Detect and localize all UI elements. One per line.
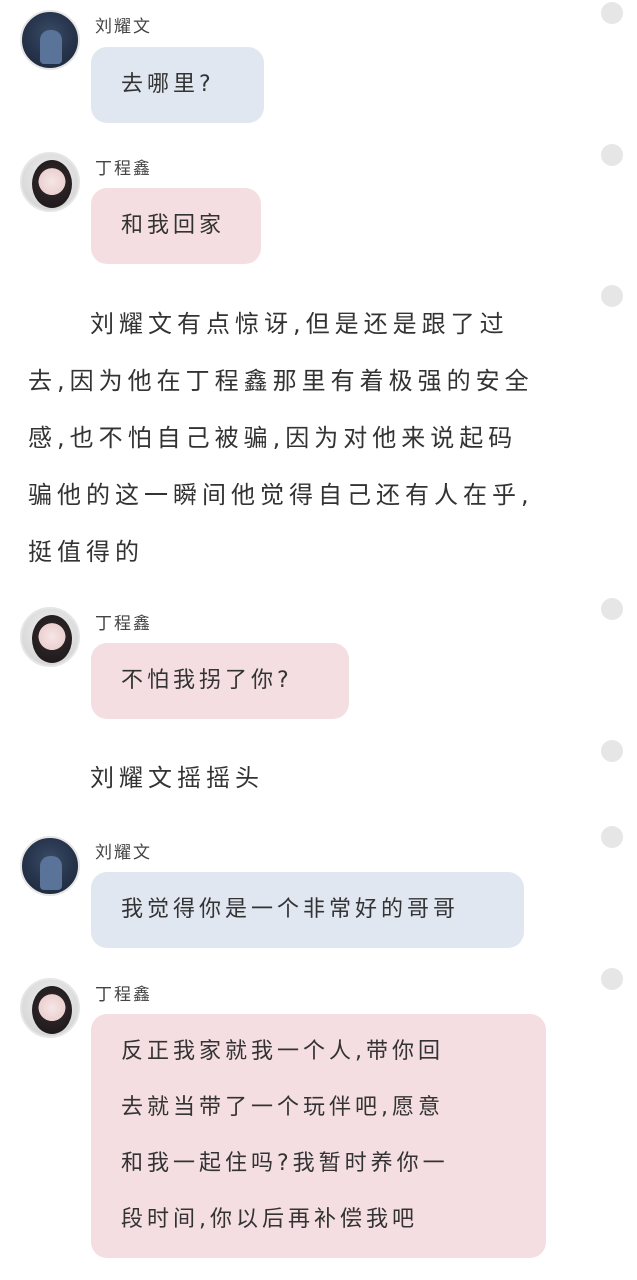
sender-name: 丁程鑫 <box>95 614 152 634</box>
dot-marker-4[interactable] <box>601 598 623 620</box>
message-text: 和我回家 <box>121 213 226 238</box>
dot-marker-5[interactable] <box>601 740 623 762</box>
narration-line: 感,也不怕自己被骗,因为对他来说起码 <box>28 424 518 452</box>
narration-paragraph: 刘耀文有点惊讶,但是还是跟了过 去,因为他在丁程鑫那里有着极强的安全 感,也不怕… <box>28 296 534 581</box>
dot-marker-3[interactable] <box>601 285 623 307</box>
message-text: 我觉得你是一个非常好的哥哥 <box>121 897 460 922</box>
message-bubble[interactable]: 去哪里? <box>91 47 264 123</box>
message-text-line: 段时间,你以后再补偿我吧 <box>121 1207 418 1232</box>
narration-line: 骗他的这一瞬间他觉得自己还有人在乎, <box>28 481 534 509</box>
message-text: 不怕我拐了你? <box>121 668 293 693</box>
sender-name: 刘耀文 <box>95 843 152 863</box>
narration-line: 去,因为他在丁程鑫那里有着极强的安全 <box>28 367 534 395</box>
message-text-line: 反正我家就我一个人,带你回 <box>121 1039 444 1064</box>
avatar-ding-chengxin[interactable] <box>20 152 80 212</box>
sender-name: 丁程鑫 <box>95 985 152 1005</box>
sender-name: 丁程鑫 <box>95 159 152 179</box>
sender-name: 刘耀文 <box>95 17 152 37</box>
avatar-liu-yaowen[interactable] <box>20 836 80 896</box>
dot-marker-2[interactable] <box>601 144 623 166</box>
message-bubble[interactable]: 反正我家就我一个人,带你回 去就当带了一个玩伴吧,愿意 和我一起住吗?我暂时养你… <box>91 1014 546 1258</box>
dot-marker-6[interactable] <box>601 826 623 848</box>
message-bubble[interactable]: 和我回家 <box>91 188 261 264</box>
message-text: 去哪里? <box>121 72 215 97</box>
narration-line: 刘耀文有点惊讶,但是还是跟了过 <box>90 310 509 338</box>
message-bubble[interactable]: 我觉得你是一个非常好的哥哥 <box>91 872 524 948</box>
avatar-liu-yaowen[interactable] <box>20 10 80 70</box>
narration-line: 挺值得的 <box>28 538 144 566</box>
narration-text: 刘耀文摇摇头 <box>90 764 264 792</box>
avatar-ding-chengxin[interactable] <box>20 978 80 1038</box>
narration-line-2: 刘耀文摇摇头 <box>90 750 264 807</box>
avatar-ding-chengxin[interactable] <box>20 607 80 667</box>
dot-marker-7[interactable] <box>601 968 623 990</box>
message-bubble[interactable]: 不怕我拐了你? <box>91 643 349 719</box>
message-text-line: 和我一起住吗?我暂时养你一 <box>121 1151 449 1176</box>
dot-marker-1[interactable] <box>601 2 623 24</box>
message-text-line: 去就当带了一个玩伴吧,愿意 <box>121 1095 444 1120</box>
